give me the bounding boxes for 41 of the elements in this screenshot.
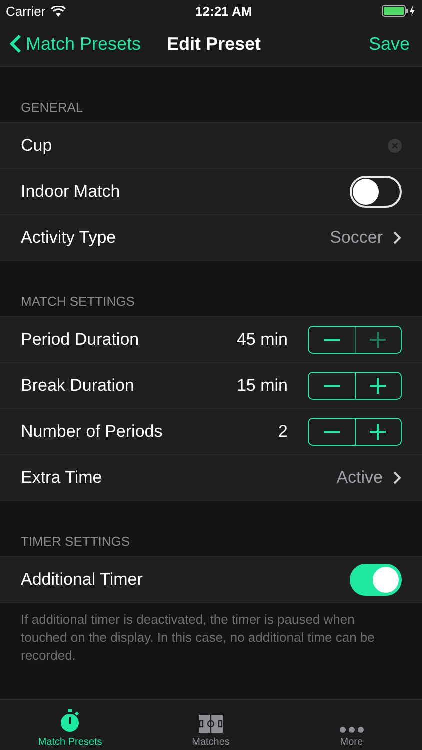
text-field[interactable]: Cup [21,136,378,156]
row-label: Extra Time [21,468,104,488]
back-chevron-icon [10,34,22,54]
plus-icon [370,424,386,440]
row-label: Additional Timer [21,570,144,590]
row-value: Soccer [330,228,383,248]
section-footer: If additional timer is deactivated, the timer is paused when touched on the display. In this case, no additional time can be recorded. [0,603,422,665]
back-button[interactable]: Match Presets [10,34,142,54]
plus-icon [370,378,386,394]
row-label: Indoor Match [21,182,122,202]
minus-icon [324,338,340,340]
save-button[interactable]: Save [368,34,410,54]
minus-icon [324,430,340,432]
nav-title: Edit Preset [167,34,262,54]
carrier-label: Carrier [6,4,46,18]
tab-item[interactable]: Matches [140,700,282,750]
pitch-icon [199,715,223,733]
row-value: Active [336,468,383,488]
battery-icon [382,5,416,17]
wifi-icon [50,6,66,16]
row-value: 15 min [236,376,288,396]
section-header: MATCH SETTINGS [20,294,136,311]
row-value: 45 min [236,330,288,350]
row-label: Period Duration [21,330,140,350]
status-time: 12:21 AM [196,4,252,18]
section-header: GENERAL [20,100,84,117]
tab-item[interactable]: Match Presets [0,700,141,750]
plus-icon [370,332,386,348]
row-label: Number of Periods [21,422,164,442]
toggle-switch[interactable] [350,564,402,596]
row-label: Break Duration [21,376,136,396]
more-icon [340,727,364,733]
row-label: Activity Type [21,228,118,248]
minus-icon [324,384,340,386]
chevron-icon [393,230,402,244]
tab-item[interactable]: More [281,700,422,750]
row-value: 2 [278,422,288,442]
chevron-icon [393,470,402,484]
toggle-switch[interactable] [350,176,402,208]
stopwatch-icon [59,709,82,733]
section-header: TIMER SETTINGS [20,534,132,551]
